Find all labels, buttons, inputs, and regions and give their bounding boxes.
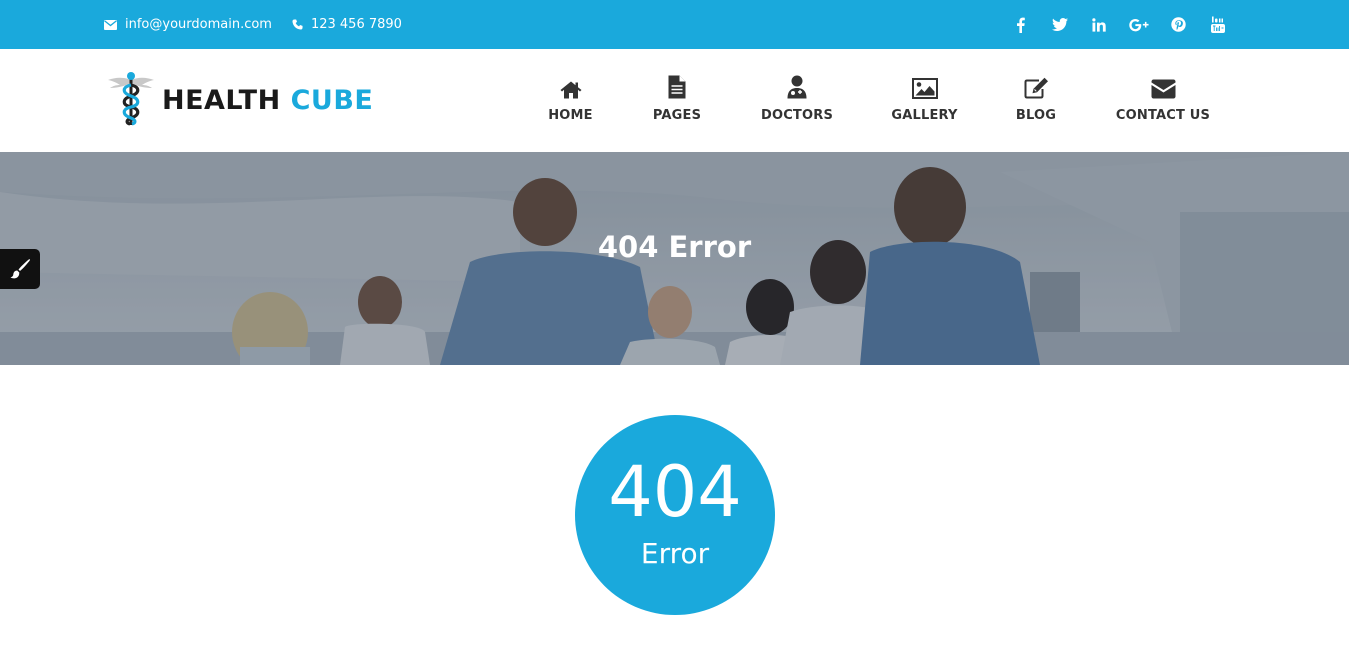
- nav-item-contact-us[interactable]: CONTACT US: [1112, 71, 1214, 123]
- nav-item-home[interactable]: HOME: [544, 71, 597, 123]
- twitter-icon[interactable]: [1050, 15, 1070, 35]
- site-header: HEALTH CUBE HOME PAGES DOCTORS GALLERY B…: [0, 49, 1349, 152]
- doctor-icon: [787, 75, 807, 99]
- page-banner: 404 Error: [0, 152, 1349, 365]
- email-text: info@yourdomain.com: [125, 17, 272, 32]
- brand-name-part1: HEALTH: [162, 84, 281, 116]
- nav-label-gallery: GALLERY: [891, 108, 958, 123]
- top-bar: info@yourdomain.com 123 456 7890: [0, 0, 1349, 49]
- google-plus-icon[interactable]: [1128, 15, 1149, 35]
- home-icon: [560, 81, 581, 99]
- document-icon: [668, 75, 686, 99]
- banner-title: 404 Error: [597, 230, 752, 264]
- social-links: [1010, 0, 1247, 49]
- error-404-badge: 404 Error: [575, 415, 775, 615]
- style-switcher-button[interactable]: [0, 249, 40, 289]
- top-contact-info: info@yourdomain.com 123 456 7890: [104, 0, 422, 49]
- phone-icon: [292, 19, 303, 30]
- facebook-icon[interactable]: [1010, 15, 1030, 35]
- nav-label-blog: BLOG: [1015, 108, 1057, 123]
- edit-icon: [1024, 77, 1048, 99]
- error-label: Error: [640, 537, 710, 570]
- nav-item-pages[interactable]: PAGES: [649, 71, 705, 123]
- youtube-icon[interactable]: [1208, 15, 1228, 35]
- site-logo[interactable]: HEALTH CUBE: [106, 69, 373, 129]
- envelope-icon: [1151, 79, 1175, 99]
- caduceus-icon: [108, 72, 154, 126]
- brand-name: HEALTH CUBE: [162, 85, 373, 116]
- nav-label-doctors: DOCTORS: [760, 108, 834, 123]
- linkedin-icon[interactable]: [1089, 15, 1109, 35]
- error-code: 404: [608, 451, 742, 533]
- nav-item-gallery[interactable]: GALLERY: [888, 71, 961, 123]
- nav-item-blog[interactable]: BLOG: [1012, 71, 1060, 123]
- picture-icon: [911, 78, 938, 99]
- phone-contact[interactable]: 123 456 7890: [292, 17, 402, 32]
- nav-label-pages: PAGES: [652, 108, 702, 123]
- brand-name-part2: CUBE: [290, 84, 374, 116]
- email-contact[interactable]: info@yourdomain.com: [104, 17, 272, 32]
- nav-label-contact-us: CONTACT US: [1115, 108, 1211, 123]
- envelope-icon: [104, 19, 117, 30]
- nav-item-doctors[interactable]: DOCTORS: [757, 71, 837, 123]
- phone-text: 123 456 7890: [310, 17, 402, 32]
- paintbrush-icon: [10, 259, 30, 279]
- pinterest-icon[interactable]: [1168, 15, 1188, 35]
- nav-label-home: HOME: [548, 108, 593, 123]
